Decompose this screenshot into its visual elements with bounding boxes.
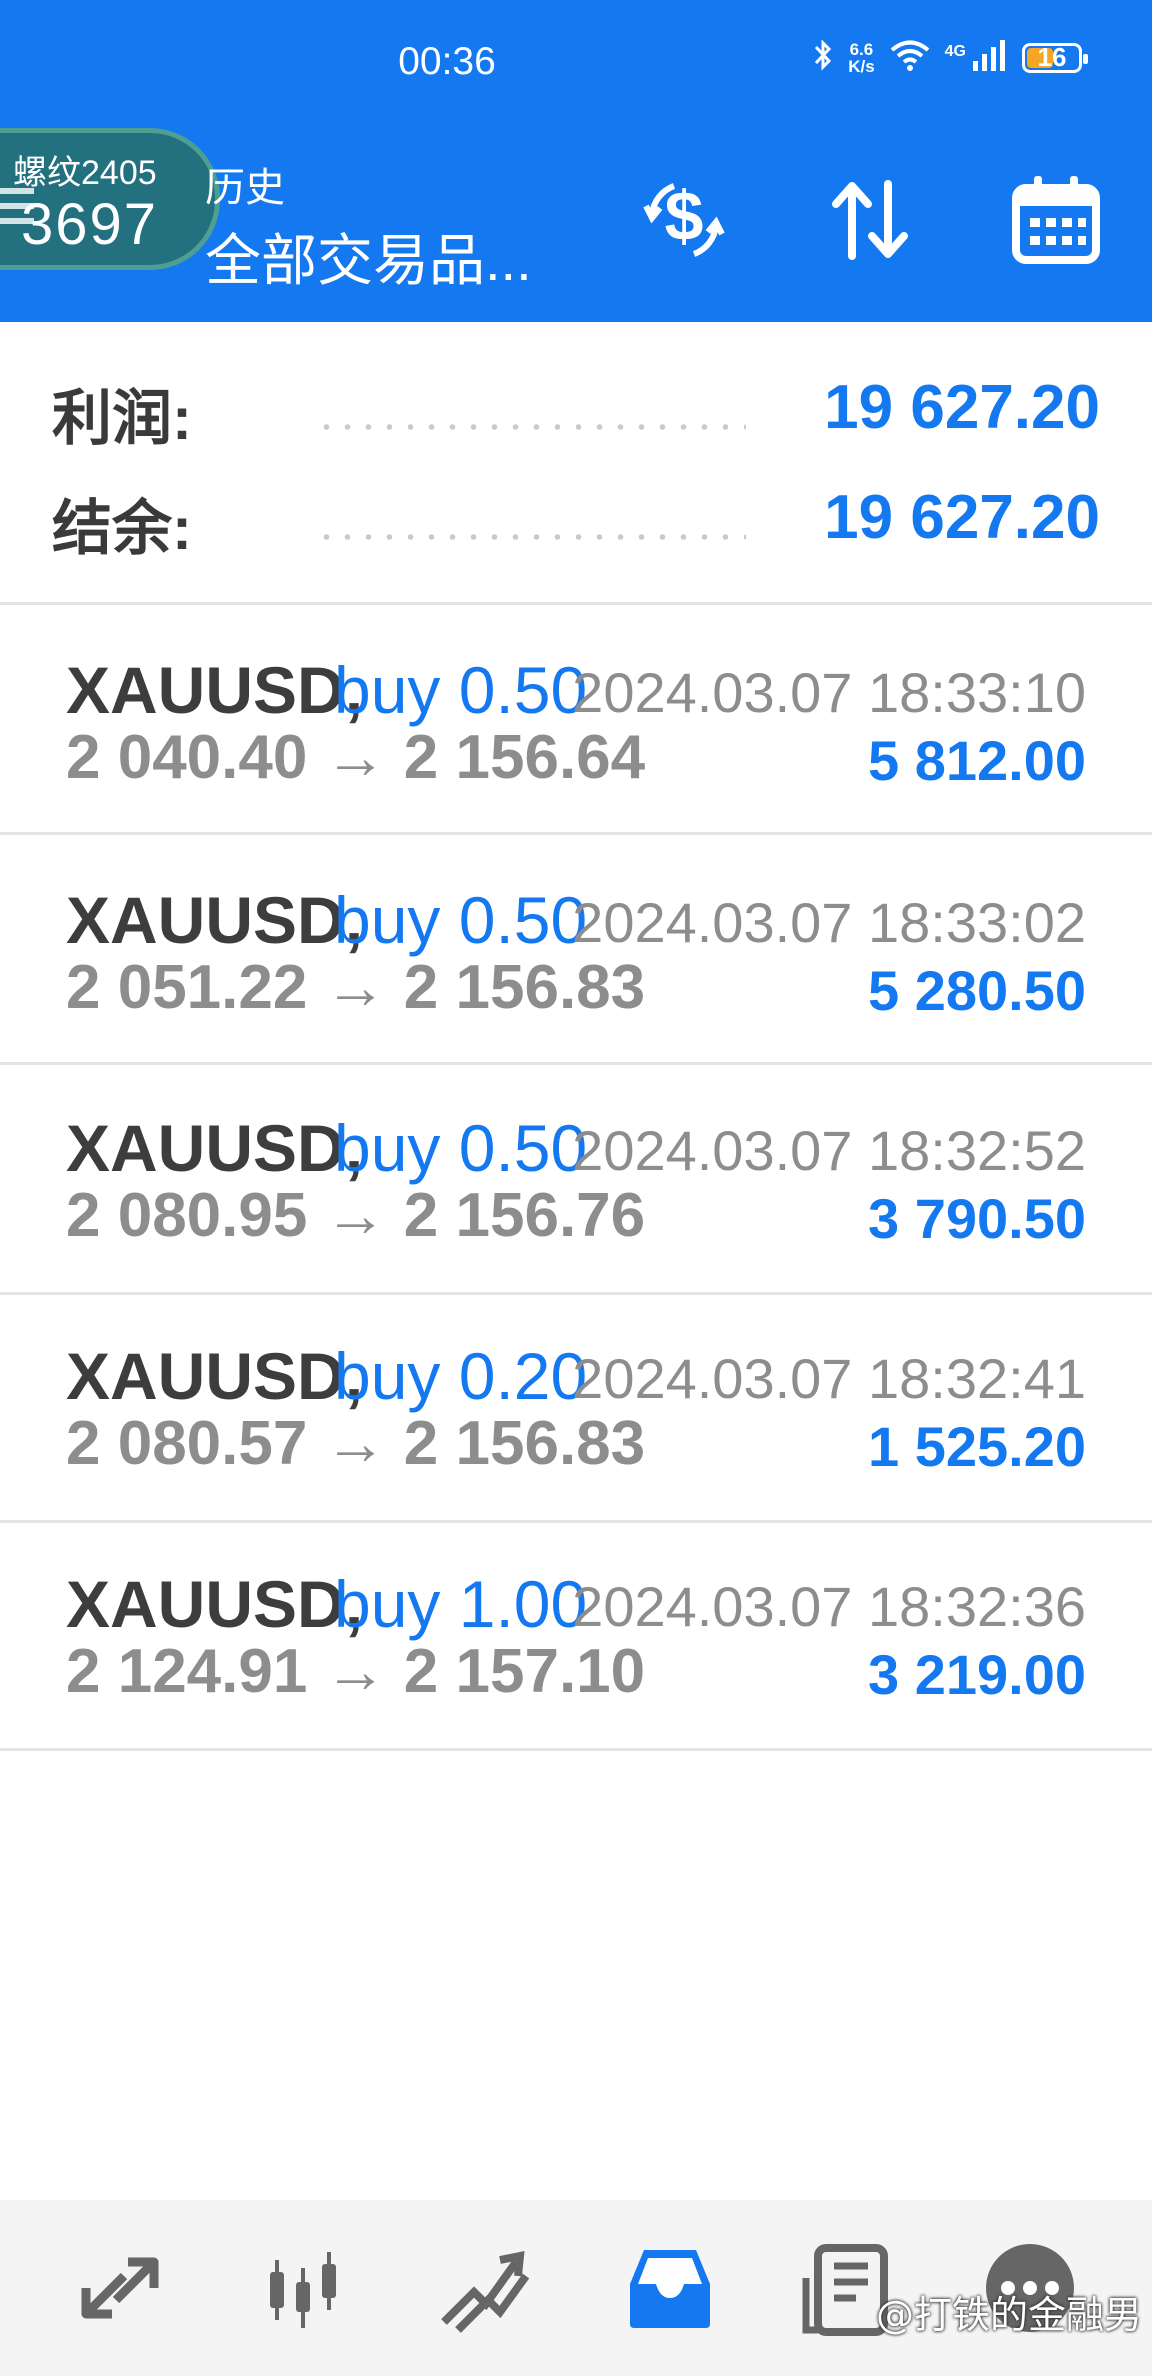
trade-prices: 2 040.40 → 2 156.64 xyxy=(66,723,646,792)
page-title[interactable]: 全部交易品... xyxy=(205,216,532,297)
signal-icon xyxy=(972,39,1008,76)
trade-profit: 3 790.50 xyxy=(868,1187,1086,1250)
menu-icon[interactable] xyxy=(0,188,34,233)
trade-time: 2024.03.07 18:32:36 xyxy=(572,1575,1086,1638)
profit-value: 19 627.20 xyxy=(824,373,1100,442)
trade-prices: 2 080.95 → 2 156.76 xyxy=(66,1181,646,1250)
trade-time: 2024.03.07 18:33:10 xyxy=(572,661,1086,724)
net-type: 4G xyxy=(944,42,966,60)
app-header: 00:36 6.6 K/s 4G 16 螺纹2405 3697 历史 全部交易品… xyxy=(0,0,1152,322)
watermark: @打铁的金融男 xyxy=(875,2293,1142,2337)
trade-row[interactable]: XAUUSD, buy 0.50 2024.03.07 18:33:10 2 0… xyxy=(0,604,1152,832)
trade-side: buy 0.20 xyxy=(334,1339,588,1413)
divider xyxy=(0,1748,1152,1751)
status-icons: 6.6 K/s 4G 16 xyxy=(812,38,1088,77)
wifi-icon xyxy=(889,38,931,77)
trade-profit: 5 812.00 xyxy=(868,729,1086,792)
money-swap-icon[interactable]: $ xyxy=(634,170,734,270)
trade-profit: 1 525.20 xyxy=(868,1415,1086,1478)
profit-label: 利润: xyxy=(52,385,192,452)
dot-leader xyxy=(316,534,746,540)
trade-row[interactable]: XAUUSD, buy 0.20 2024.03.07 18:32:41 2 0… xyxy=(0,1290,1152,1518)
trade-icon[interactable] xyxy=(434,2238,534,2338)
chart-icon[interactable] xyxy=(252,2238,352,2338)
net-speed: 6.6 K/s xyxy=(848,39,875,76)
status-time: 00:36 xyxy=(398,40,496,83)
trade-row[interactable]: XAUUSD, buy 0.50 2024.03.07 18:32:52 2 0… xyxy=(0,1062,1152,1290)
balance-label: 结余: xyxy=(52,495,192,562)
trade-prices: 2 051.22 → 2 156.83 xyxy=(66,953,646,1022)
trade-row[interactable]: XAUUSD, buy 0.50 2024.03.07 18:33:02 2 0… xyxy=(0,834,1152,1062)
trade-symbol: XAUUSD, xyxy=(66,1111,364,1185)
trade-symbol: XAUUSD, xyxy=(66,1567,364,1641)
trade-side: buy 0.50 xyxy=(334,883,588,957)
bluetooth-icon xyxy=(812,38,834,77)
trade-profit: 3 219.00 xyxy=(868,1643,1086,1706)
trade-profit: 5 280.50 xyxy=(868,959,1086,1022)
trade-prices: 2 124.91 → 2 157.10 xyxy=(66,1637,646,1706)
trade-side: buy 0.50 xyxy=(334,653,588,727)
balance-row: 结余: 19 627.20 xyxy=(0,472,1152,562)
summary-panel: 利润: 19 627.20 结余: 19 627.20 xyxy=(0,322,1152,604)
page-subtitle: 历史 xyxy=(205,166,285,210)
sort-icon[interactable] xyxy=(820,170,920,270)
trade-time: 2024.03.07 18:33:02 xyxy=(572,891,1086,954)
balance-value: 19 627.20 xyxy=(824,483,1100,552)
trade-time: 2024.03.07 18:32:41 xyxy=(572,1347,1086,1410)
trade-side: buy 0.50 xyxy=(334,1111,588,1185)
dot-leader xyxy=(316,424,746,430)
trade-time: 2024.03.07 18:32:52 xyxy=(572,1119,1086,1182)
trade-symbol: XAUUSD, xyxy=(66,1339,364,1413)
quotes-icon[interactable] xyxy=(70,2238,170,2338)
profit-row: 利润: 19 627.20 xyxy=(0,362,1152,452)
history-icon[interactable] xyxy=(620,2238,720,2338)
calendar-icon[interactable] xyxy=(1006,170,1106,270)
battery-icon: 16 xyxy=(1022,42,1088,73)
trade-symbol: XAUUSD, xyxy=(66,653,364,727)
trade-side: buy 1.00 xyxy=(334,1567,588,1641)
trade-row[interactable]: XAUUSD, buy 1.00 2024.03.07 18:32:36 2 1… xyxy=(0,1518,1152,1746)
trade-symbol: XAUUSD, xyxy=(66,883,364,957)
trade-prices: 2 080.57 → 2 156.83 xyxy=(66,1409,646,1478)
